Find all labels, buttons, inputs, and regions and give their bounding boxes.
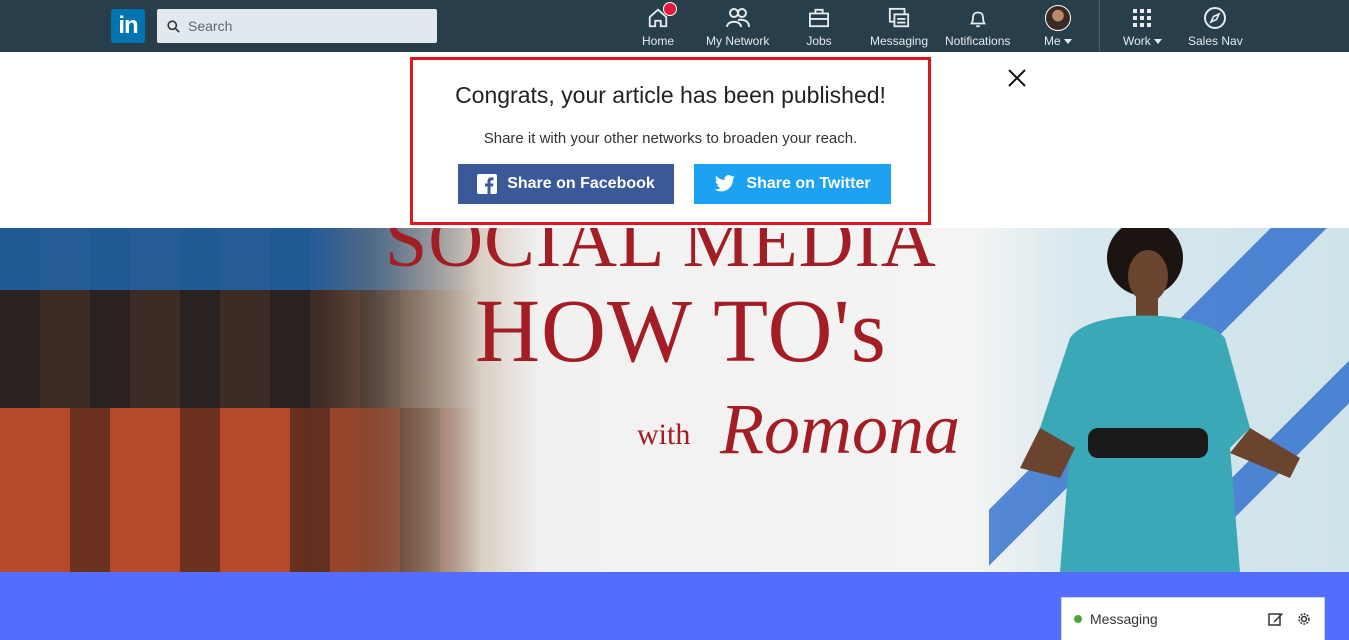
share-twitter-label: Share on Twitter xyxy=(746,175,871,192)
nav-work[interactable]: Work xyxy=(1123,6,1162,50)
nav-sales-nav[interactable]: Sales Nav xyxy=(1188,6,1243,50)
compose-icon[interactable] xyxy=(1268,611,1284,627)
search-box[interactable] xyxy=(157,9,437,43)
publish-confirmation: Congrats, your article has been publishe… xyxy=(410,57,931,225)
compass-icon xyxy=(1202,6,1228,30)
share-twitter-button[interactable]: Share on Twitter xyxy=(694,164,891,204)
share-facebook-button[interactable]: Share on Facebook xyxy=(458,164,674,204)
online-status-dot xyxy=(1074,615,1082,623)
messaging-tab-label: Messaging xyxy=(1090,611,1158,627)
nav-my-network[interactable]: My Network xyxy=(706,6,769,50)
facebook-icon xyxy=(477,174,498,194)
nav-notifications-label: Notifications xyxy=(945,34,1011,48)
gear-icon[interactable] xyxy=(1296,611,1312,627)
grid-icon xyxy=(1129,6,1155,30)
messaging-tab[interactable]: Messaging xyxy=(1061,597,1325,640)
nav-jobs-label: Jobs xyxy=(806,34,832,48)
hero-name: Romona xyxy=(720,389,960,469)
linkedin-logo[interactable]: in xyxy=(111,9,145,43)
twitter-icon xyxy=(715,175,736,192)
hero-with: with xyxy=(637,418,691,451)
nav-my-network-label: My Network xyxy=(706,34,770,48)
article-cover-image: SOCIAL MEDIA HOW TO's with Romona xyxy=(0,228,1349,572)
nav-sales-nav-label: Sales Nav xyxy=(1188,34,1243,48)
hero-title-line1: SOCIAL MEDIA xyxy=(385,228,937,283)
bell-icon xyxy=(965,6,991,30)
hero-title-line2: HOW TO's xyxy=(475,282,887,381)
nav-work-label: Work xyxy=(1123,34,1151,48)
caret-down-icon xyxy=(1063,39,1072,45)
top-nav: in Home My Network Jobs Messaging Notifi xyxy=(0,0,1349,52)
nav-jobs[interactable]: Jobs xyxy=(806,6,832,50)
nav-me-label: Me xyxy=(1044,34,1061,48)
search-input[interactable] xyxy=(186,17,430,35)
nav-me[interactable]: Me xyxy=(1044,5,1072,50)
people-icon xyxy=(725,6,751,30)
publish-title: Congrats, your article has been publishe… xyxy=(455,82,886,108)
messaging-icon xyxy=(886,6,912,30)
home-icon xyxy=(645,2,677,30)
presenter-photo xyxy=(1020,228,1300,572)
caret-down-icon xyxy=(1153,39,1162,45)
search-icon xyxy=(167,19,180,33)
nav-notifications[interactable]: Notifications xyxy=(945,6,1010,50)
nav-messaging[interactable]: Messaging xyxy=(870,6,928,50)
close-icon[interactable] xyxy=(1007,68,1031,92)
notification-badge xyxy=(663,2,677,16)
nav-messaging-label: Messaging xyxy=(870,34,929,48)
nav-home[interactable]: Home xyxy=(642,2,677,50)
nav-divider xyxy=(1099,0,1100,52)
chairs-photo xyxy=(0,408,480,572)
nav-home-label: Home xyxy=(642,34,675,48)
briefcase-icon xyxy=(806,6,832,30)
avatar xyxy=(1044,5,1071,31)
publish-subtitle: Share it with your other networks to bro… xyxy=(483,130,858,147)
share-facebook-label: Share on Facebook xyxy=(507,175,655,192)
